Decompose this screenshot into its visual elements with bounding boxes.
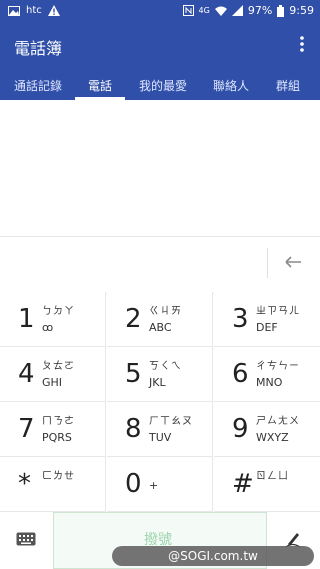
key-letters: GHI [42, 376, 63, 389]
results-area [0, 100, 320, 236]
key-letters: PQRS [42, 431, 72, 444]
more-options-icon[interactable] [300, 36, 304, 52]
key-1[interactable]: 1 ㄅㄉㄚ ꝏ [0, 292, 106, 347]
key-6[interactable]: 6 ㄔㄘㄣㄧ MNO [214, 347, 320, 402]
key-letters: MNO [256, 376, 283, 389]
key-3[interactable]: 3 ㄓㄗㄢㄦ DEF [214, 292, 320, 347]
battery-percent: 97% [247, 4, 273, 17]
network-label: 4G [198, 6, 210, 15]
key-letters: TUV [149, 431, 172, 444]
keyboard-icon[interactable] [16, 532, 36, 546]
key-digit: 5 [125, 359, 142, 389]
voicemail-icon: ꝏ [42, 321, 54, 334]
key-7[interactable]: 7 ㄇㄋㄜ PQRS [0, 402, 106, 457]
watermark: @SOGI.com.tw [112, 546, 314, 566]
backspace-icon[interactable] [283, 252, 303, 272]
key-digit: 4 [18, 359, 35, 389]
clock: 9:59 [289, 4, 314, 17]
key-bopomofo: ㄖㄥㄩ [256, 471, 289, 482]
tab-call-log[interactable]: 通話記錄 [14, 77, 62, 94]
key-digit: * [18, 469, 31, 499]
key-8[interactable]: 8 ㄏㄒㄠㄡ TUV [107, 402, 213, 457]
key-4[interactable]: 4 ㄆㄊㄛ GHI [0, 347, 106, 402]
key-5[interactable]: 5 ㄎㄑㄟ JKL [107, 347, 213, 402]
key-digit: 0 [125, 469, 142, 499]
input-divider [267, 248, 268, 278]
key-bopomofo: ㄆㄊㄛ [42, 361, 75, 372]
key-bopomofo: ㄎㄑㄟ [149, 361, 182, 372]
number-input-field[interactable] [0, 236, 320, 294]
key-digit: 2 [125, 304, 142, 334]
key-digit: 1 [18, 304, 35, 334]
image-icon [8, 5, 20, 16]
key-letters: ABC [149, 321, 172, 334]
battery-icon [277, 4, 285, 17]
key-letters: + [149, 479, 159, 492]
key-9[interactable]: 9 ㄕㄙㄤㄨ WXYZ [214, 402, 320, 457]
nfc-icon [182, 5, 194, 16]
tab-favorites[interactable]: 我的最愛 [139, 77, 187, 94]
key-bopomofo: ㄓㄗㄢㄦ [256, 306, 300, 317]
key-digit: 3 [232, 304, 249, 334]
key-bopomofo: ㄕㄙㄤㄨ [256, 416, 300, 427]
signal-icon [231, 5, 243, 16]
tab-phone[interactable]: 電話 [88, 77, 112, 94]
wifi-icon [214, 6, 227, 16]
dial-pad: 1 ㄅㄉㄚ ꝏ 2 ㄍㄐㄞ ABC 3 ㄓㄗㄢㄦ DEF 4 ㄆㄊㄛ GHI 5… [0, 292, 320, 512]
key-digit: 6 [232, 359, 249, 389]
tab-bar: 通話記錄 電話 我的最愛 聯絡人 群組 [0, 66, 320, 100]
key-digit: 7 [18, 414, 35, 444]
app-bar: 電話簿 [0, 24, 320, 66]
key-bopomofo: ㄅㄉㄚ [42, 306, 75, 317]
tab-groups[interactable]: 群組 [276, 77, 300, 94]
tab-contacts[interactable]: 聯絡人 [213, 77, 249, 94]
key-digit: 9 [232, 414, 249, 444]
key-bopomofo: ㄔㄘㄣㄧ [256, 361, 300, 372]
page-title: 電話簿 [14, 39, 63, 58]
key-bopomofo: ㄍㄐㄞ [149, 306, 182, 317]
key-digit: # [232, 469, 254, 499]
key-0[interactable]: 0 + [107, 457, 213, 512]
key-digit: 8 [125, 414, 142, 444]
key-star[interactable]: * ㄈㄌㄝ [0, 457, 106, 512]
key-2[interactable]: 2 ㄍㄐㄞ ABC [107, 292, 213, 347]
key-bopomofo: ㄈㄌㄝ [42, 471, 75, 482]
key-bopomofo: ㄏㄒㄠㄡ [149, 416, 193, 427]
warning-icon [47, 5, 60, 16]
key-letters: JKL [149, 376, 166, 389]
key-letters: DEF [256, 321, 278, 334]
status-bar: htc 4G 97% 9:59 [0, 0, 320, 24]
htc-logo: htc [26, 5, 42, 16]
key-hash[interactable]: # ㄖㄥㄩ [214, 457, 320, 512]
key-letters: WXYZ [256, 431, 289, 444]
key-bopomofo: ㄇㄋㄜ [42, 416, 75, 427]
